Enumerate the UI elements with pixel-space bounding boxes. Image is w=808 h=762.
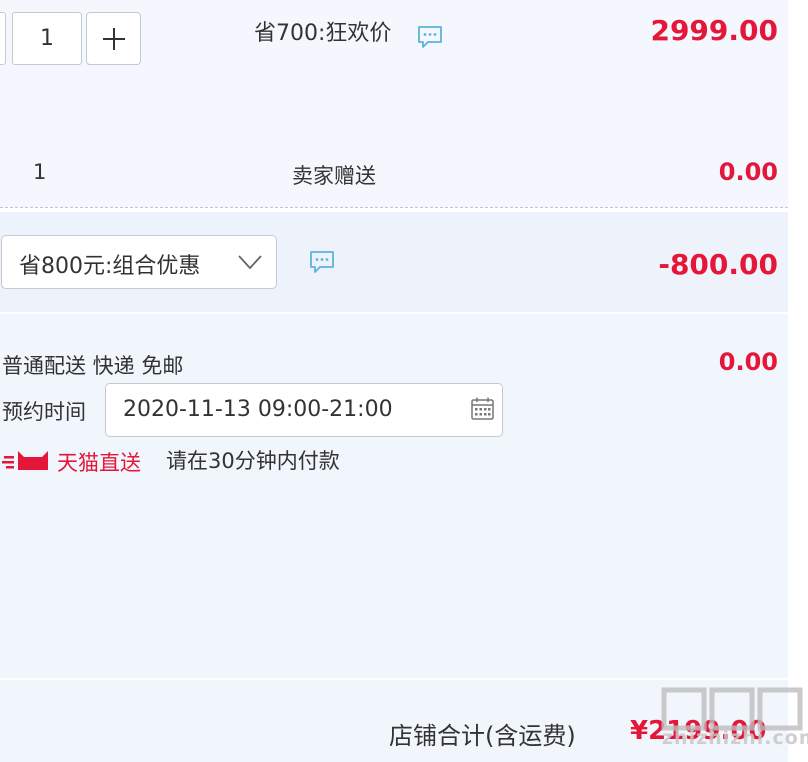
- item-price: 2999.00: [650, 14, 778, 47]
- combo-selected-value: 省800元:组合优惠: [19, 254, 201, 279]
- chat-icon[interactable]: [417, 25, 443, 49]
- combo-price: -800.00: [658, 248, 778, 281]
- store-total-label: 店铺合计(含运费): [389, 722, 576, 750]
- watermark-text: zhizhizhi.com: [662, 727, 808, 749]
- payment-deadline-note: 请在30分钟内付款: [166, 449, 340, 473]
- gift-label: 卖家赠送: [292, 164, 376, 188]
- watermark-logo: [661, 687, 803, 731]
- gift-price: 0.00: [718, 158, 778, 186]
- tmall-direct-label: 天猫直送: [57, 451, 141, 475]
- tmall-logo-icon: [2, 451, 48, 470]
- quantity-increase-button[interactable]: [86, 12, 141, 65]
- appointment-time-label: 预约时间: [2, 400, 86, 424]
- right-gutter: [788, 0, 808, 762]
- quantity-decrease-button[interactable]: [0, 12, 6, 65]
- chevron-down-icon: [238, 255, 262, 270]
- gift-quantity: 1: [33, 160, 47, 184]
- shipping-price: 0.00: [718, 348, 778, 376]
- shipping-method: 普通配送 快递 免邮: [2, 354, 184, 378]
- calendar-icon[interactable]: [470, 396, 495, 421]
- appointment-time-input[interactable]: 2020-11-13 09:00-21:00: [105, 383, 503, 437]
- section-divider: [0, 207, 788, 208]
- plus-icon: [102, 27, 125, 50]
- quantity-value: 1: [40, 26, 54, 51]
- combo-discount-select[interactable]: 省800元:组合优惠: [1, 235, 277, 289]
- promo-label: 省700:狂欢价: [254, 21, 392, 46]
- chat-icon[interactable]: [309, 250, 335, 274]
- quantity-input[interactable]: 1: [12, 12, 82, 65]
- appointment-time-value: 2020-11-13 09:00-21:00: [123, 397, 393, 422]
